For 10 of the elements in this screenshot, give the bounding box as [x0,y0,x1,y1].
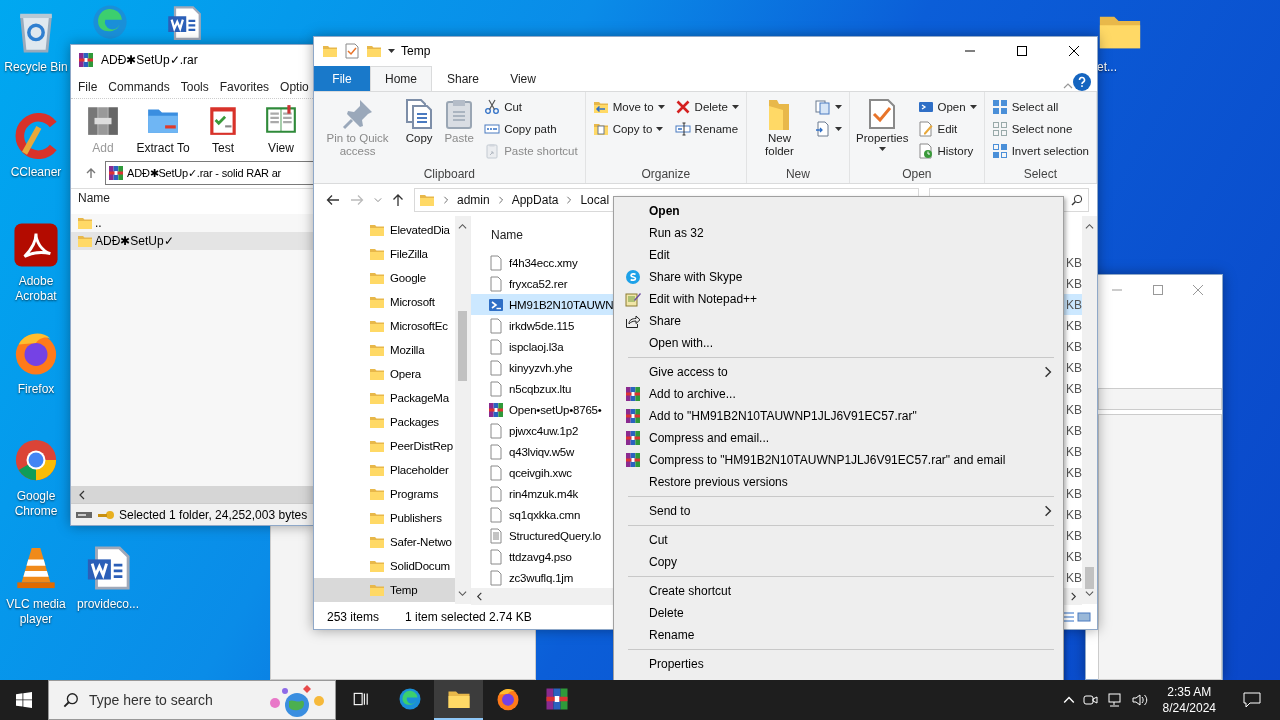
group-label: Open [901,167,933,181]
window-title: Temp [401,44,431,58]
window-title: ADĐ✱SetUp✓.rar [101,53,198,67]
group-label: Organize [640,167,692,181]
group-label: Clipboard [422,167,476,181]
group-label: Select [1022,167,1058,181]
group-label: New [784,167,811,181]
status-text: 1 item selected 2.74 KB [405,609,532,624]
status-text: Selected 1 folder, 24,252,003 bytes [119,507,308,522]
status-text: 253 items [327,609,380,624]
